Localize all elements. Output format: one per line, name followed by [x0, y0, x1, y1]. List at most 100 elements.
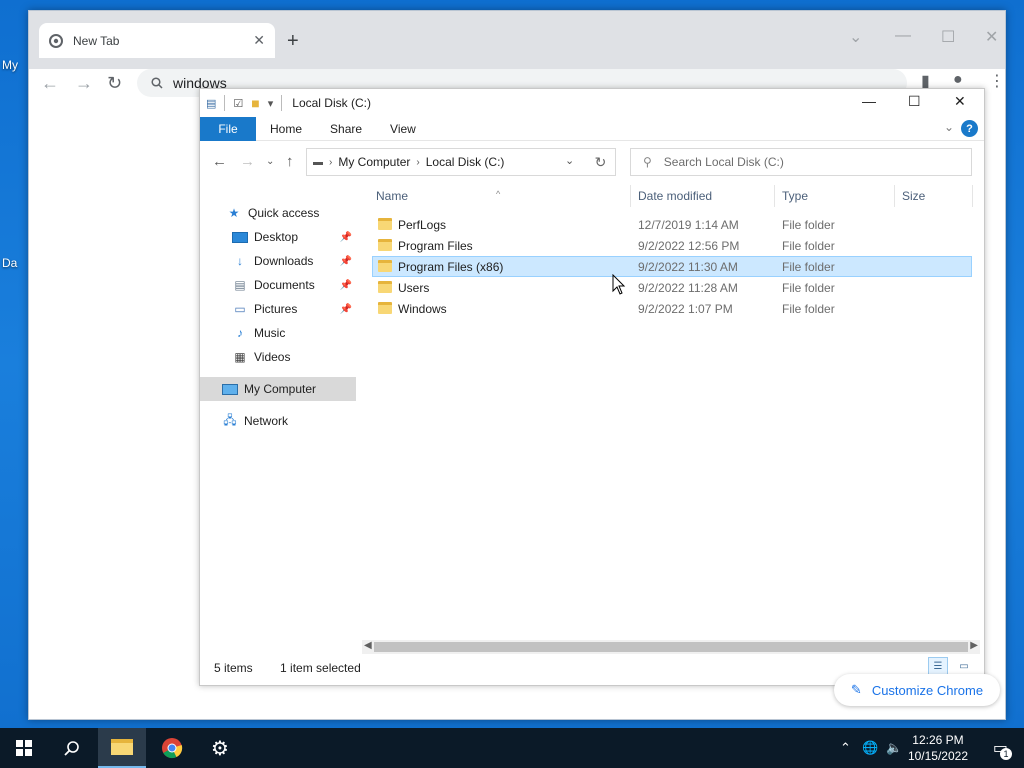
address-bar[interactable]: ▬ › My Computer › Local Disk (C:) ⌄ [306, 148, 616, 176]
search-input[interactable]: ⚲ Search Local Disk (C:) [630, 148, 972, 176]
windows-logo-icon [16, 740, 32, 756]
large-icons-view-icon[interactable]: ▭ [954, 657, 974, 675]
nav-label: Pictures [254, 302, 298, 316]
explorer-app-icon[interactable]: ▤ [206, 97, 216, 110]
customize-chrome-button[interactable]: ✎ Customize Chrome [834, 674, 1000, 706]
table-row-selected[interactable]: Program Files (x86) 9/2/2022 11:30 AM Fi… [372, 256, 972, 277]
recent-locations-icon[interactable]: ⌄ [266, 156, 274, 167]
breadcrumb-local-disk[interactable]: Local Disk (C:) [426, 155, 505, 169]
network-tray-icon[interactable]: 🌐 [862, 740, 878, 756]
pin-icon[interactable]: 📌 [340, 232, 352, 243]
file-type: File folder [782, 239, 835, 253]
desktop-icon-label[interactable]: Da [2, 256, 17, 270]
tab-share[interactable]: Share [316, 122, 376, 136]
tab-view[interactable]: View [376, 122, 430, 136]
nav-item-desktop[interactable]: Desktop 📌 [200, 225, 356, 249]
breadcrumb-separator[interactable]: › [416, 157, 419, 168]
pin-icon[interactable]: 📌 [340, 280, 352, 291]
column-name[interactable]: Name [376, 189, 408, 203]
column-date-modified[interactable]: Date modified [638, 189, 712, 203]
minimize-button[interactable]: — [862, 93, 876, 109]
pin-icon[interactable]: 📌 [340, 256, 352, 267]
table-row[interactable]: Windows 9/2/2022 1:07 PM File folder [372, 298, 972, 319]
pin-icon[interactable]: 📌 [340, 304, 352, 315]
expand-ribbon-icon[interactable]: ⌄ [944, 120, 954, 134]
nav-label: Documents [254, 278, 315, 292]
details-view-icon[interactable]: ☰ [928, 657, 948, 675]
nav-item-videos[interactable]: ▦ Videos [200, 345, 356, 369]
file-date: 12/7/2019 1:14 AM [638, 218, 739, 232]
profile-icon[interactable]: ● [953, 71, 963, 89]
breadcrumb-my-computer[interactable]: My Computer [338, 155, 410, 169]
search-icon [64, 741, 79, 756]
close-button[interactable]: ✕ [985, 27, 998, 47]
scrollbar-thumb[interactable] [374, 642, 968, 652]
horizontal-scrollbar[interactable]: ◀ ▶ [362, 640, 980, 654]
properties-icon[interactable]: ☑ [233, 97, 243, 110]
table-row[interactable]: PerfLogs 12/7/2019 1:14 AM File folder [372, 214, 972, 235]
file-type: File folder [782, 302, 835, 316]
chrome-icon [49, 33, 63, 48]
back-icon[interactable]: ← [41, 73, 59, 94]
item-count: 5 items [214, 661, 253, 675]
chrome-icon [162, 738, 183, 759]
up-icon[interactable]: ↑ [286, 153, 294, 170]
customize-chrome-label: Customize Chrome [871, 682, 984, 698]
clock[interactable]: 12:26 PM 10/15/2022 [908, 732, 968, 764]
address-dropdown-icon[interactable]: ⌄ [565, 154, 574, 167]
nav-item-documents[interactable]: ▤ Documents 📌 [200, 273, 356, 297]
tab-home[interactable]: Home [256, 122, 316, 136]
desktop-icon-label[interactable]: My [2, 58, 18, 72]
customize-toolbar-icon[interactable]: ▾ [268, 97, 274, 110]
drive-icon: ▬ [313, 156, 323, 168]
help-icon[interactable]: ? [961, 120, 978, 137]
show-hidden-icons-icon[interactable]: ⌃ [840, 740, 851, 756]
taskbar-file-explorer[interactable] [98, 728, 146, 768]
taskbar-settings[interactable]: ⚙ [196, 728, 244, 768]
tab-file[interactable]: File [200, 116, 256, 141]
refresh-button[interactable]: ↻ [586, 148, 616, 176]
menu-icon[interactable]: ⋮ [989, 71, 1005, 91]
column-divider[interactable] [972, 185, 973, 207]
scroll-left-icon[interactable]: ◀ [364, 640, 372, 651]
nav-item-downloads[interactable]: ↓ Downloads 📌 [200, 249, 356, 273]
column-divider[interactable] [630, 185, 631, 207]
picture-icon: ▭ [234, 302, 246, 316]
nav-item-pictures[interactable]: ▭ Pictures 📌 [200, 297, 356, 321]
document-icon: ▤ [234, 278, 246, 292]
column-type[interactable]: Type [782, 189, 808, 203]
close-button[interactable]: ✕ [954, 93, 966, 110]
file-explorer-icon [111, 739, 133, 755]
column-size[interactable]: Size [902, 189, 925, 203]
reload-icon[interactable]: ↻ [107, 73, 122, 94]
scroll-right-icon[interactable]: ▶ [970, 640, 978, 651]
table-row[interactable]: Program Files 9/2/2022 12:56 PM File fol… [372, 235, 972, 256]
nav-item-my-computer[interactable]: My Computer [200, 377, 356, 401]
maximize-button[interactable]: ☐ [908, 93, 921, 110]
mouse-cursor-icon [612, 274, 626, 295]
back-icon[interactable]: ← [212, 153, 227, 170]
search-button[interactable] [48, 728, 96, 768]
chrome-tab[interactable]: New Tab ✕ [39, 23, 275, 58]
column-divider[interactable] [894, 185, 895, 207]
breadcrumb-separator[interactable]: › [329, 157, 332, 168]
file-name: Program Files (x86) [398, 260, 504, 274]
new-tab-button[interactable]: + [287, 31, 299, 51]
nav-item-quick-access[interactable]: ★ Quick access [200, 201, 356, 225]
table-row[interactable]: Users 9/2/2022 11:28 AM File folder [372, 277, 972, 298]
minimize-button[interactable]: — [895, 27, 911, 45]
start-button[interactable] [0, 728, 48, 768]
nav-item-music[interactable]: ♪ Music [200, 321, 356, 345]
maximize-button[interactable]: ☐ [941, 27, 955, 47]
nav-item-network[interactable]: 🖧 Network [200, 409, 356, 433]
computer-icon [222, 382, 238, 396]
taskbar-chrome[interactable] [148, 728, 196, 768]
column-divider[interactable] [774, 185, 775, 207]
close-tab-icon[interactable]: ✕ [253, 32, 265, 49]
star-icon: ★ [228, 206, 240, 220]
volume-icon[interactable]: 🔈 [886, 740, 902, 756]
tab-search-icon[interactable]: ⌄ [849, 27, 862, 47]
forward-icon[interactable]: → [240, 153, 255, 170]
forward-icon[interactable]: → [75, 73, 93, 94]
new-folder-icon[interactable]: ■ [251, 95, 259, 111]
